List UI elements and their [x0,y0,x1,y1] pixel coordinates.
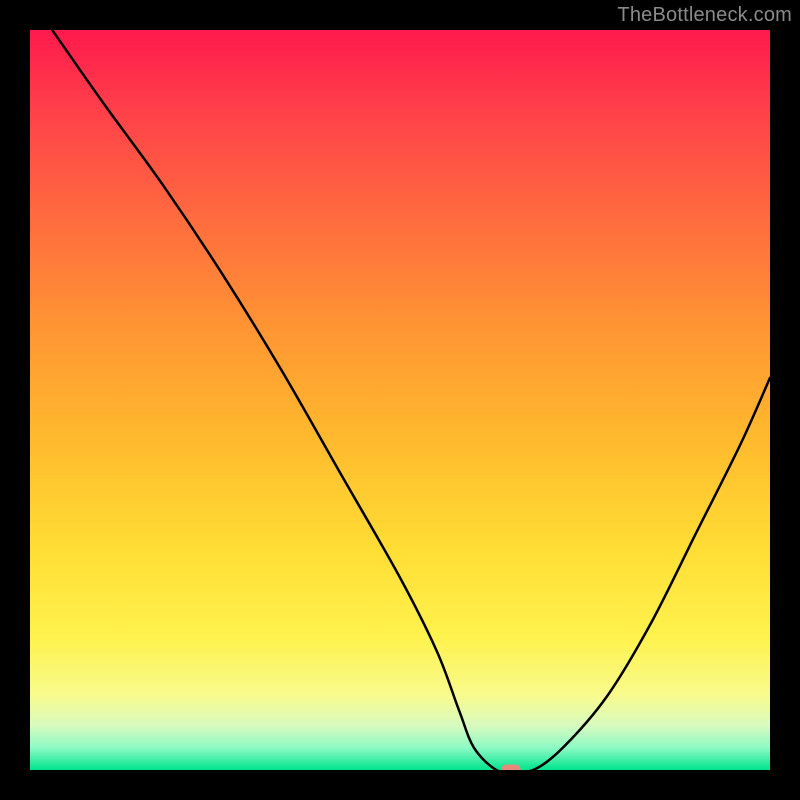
bottleneck-curve-svg [30,30,770,770]
plot-area [30,30,770,770]
bottleneck-curve [52,30,770,770]
chart-frame: TheBottleneck.com [0,0,800,800]
watermark-text: TheBottleneck.com [617,4,792,27]
minimum-marker [502,765,520,770]
